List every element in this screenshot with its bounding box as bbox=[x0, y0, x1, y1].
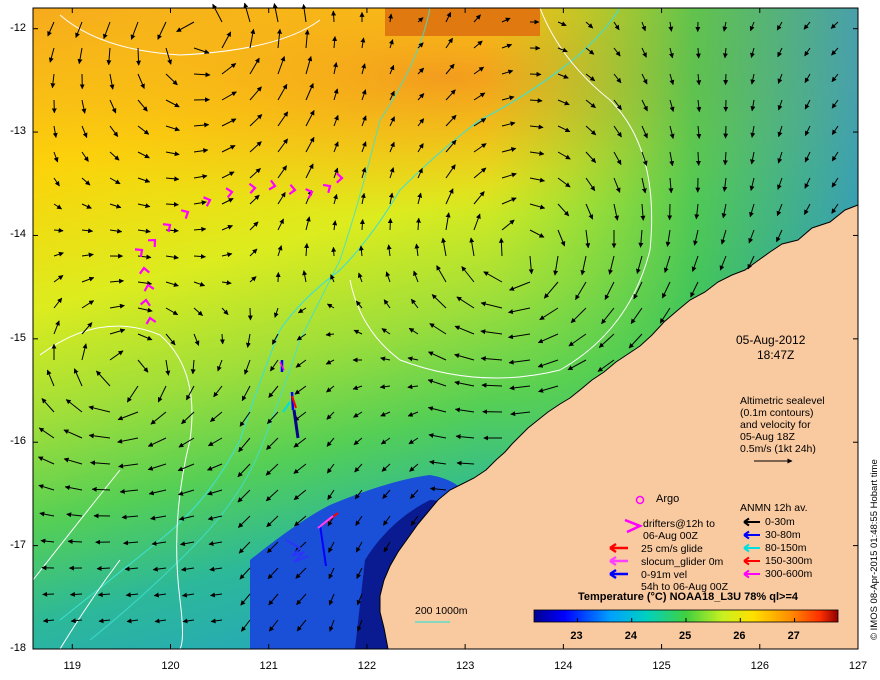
depth-contour-label: 200 1000m bbox=[415, 605, 468, 617]
altimetry-line: (0.1m contours) bbox=[740, 407, 814, 419]
colorbar-tick-label: 24 bbox=[624, 630, 637, 642]
velocity-arrow bbox=[69, 591, 83, 597]
velocity-arrow bbox=[723, 73, 729, 86]
anmn-legend-label: 80-150m bbox=[765, 542, 807, 554]
altimetry-line: Altimetric sealevel bbox=[740, 395, 825, 407]
altimetry-line: and velocity for bbox=[740, 419, 811, 431]
legend-drifters: drifters@12h to 06-Aug 00Z bbox=[643, 518, 715, 542]
lon-tick-label: 122 bbox=[357, 660, 377, 672]
lon-tick-label: 125 bbox=[652, 660, 671, 672]
velocity-arrow bbox=[695, 151, 701, 166]
time-label: 18:47Z bbox=[757, 348, 795, 362]
legend-slocum: slocum_glider 0m bbox=[641, 556, 724, 568]
legend-vel: 0-91m vel 54h to 06-Aug 00Z bbox=[641, 569, 728, 593]
altimetry-line: 05-Aug 18Z bbox=[740, 431, 795, 443]
velocity-arrow bbox=[136, 47, 142, 66]
lon-tick-label: 119 bbox=[63, 660, 82, 672]
anmn-legend-label: 0-30m bbox=[765, 516, 795, 528]
velocity-arrow bbox=[165, 201, 179, 207]
velocity-arrow bbox=[359, 219, 365, 231]
lon-tick-label: 121 bbox=[259, 660, 278, 672]
colorbar-tick-label: 26 bbox=[733, 630, 746, 642]
lat-tick-label: -17 bbox=[10, 538, 26, 551]
lat-tick-label: -16 bbox=[10, 435, 26, 448]
velocity-arrow bbox=[331, 10, 337, 23]
velocity-arrow bbox=[387, 218, 393, 231]
altimetry-line: 0.5m/s (1kt 24h) bbox=[740, 443, 816, 455]
legend-anmn-title: ANMN 12h av. bbox=[740, 502, 808, 514]
anmn-legend-label: 300-600m bbox=[765, 568, 813, 580]
velocity-arrow bbox=[695, 47, 701, 59]
lon-tick-label: 120 bbox=[161, 660, 180, 672]
legend-drifters-line: 06-Aug 00Z bbox=[643, 530, 698, 542]
credit-text: © IMOS 08-Apr-2015 01:48:55 Hobart time bbox=[869, 459, 880, 640]
velocity-arrow bbox=[96, 565, 111, 571]
velocity-arrow bbox=[42, 591, 55, 597]
velocity-arrow bbox=[723, 125, 729, 139]
lon-tick-label: 124 bbox=[554, 660, 573, 672]
velocity-arrow bbox=[67, 539, 83, 545]
sea-hot-patch bbox=[385, 8, 540, 36]
legend-drifters-line: drifters@12h to bbox=[643, 518, 715, 530]
lat-tick-label: -15 bbox=[10, 331, 26, 344]
velocity-arrow bbox=[247, 307, 253, 321]
date-label: 05-Aug-2012 bbox=[736, 333, 806, 347]
lon-tick-label: 126 bbox=[750, 660, 769, 672]
legend-glide: 25 cm/s glide bbox=[641, 543, 703, 555]
altimetry-note: Altimetric sealevel (0.1m contours) and … bbox=[740, 395, 825, 455]
velocity-arrow bbox=[331, 246, 337, 257]
lat-tick-label: -13 bbox=[10, 125, 26, 138]
lon-tick-label: 127 bbox=[848, 660, 868, 672]
anmn-legend-label: 150-300m bbox=[765, 555, 813, 567]
colorbar-tick-label: 27 bbox=[787, 630, 800, 642]
colorbar-title: Temperature (°C) NOAA18_L3U 78% ql>=4 bbox=[578, 591, 798, 603]
legend-argo: Argo bbox=[656, 493, 680, 505]
lon-tick-label: 123 bbox=[455, 660, 475, 672]
legend-vel-line: 0-91m vel bbox=[641, 569, 688, 581]
lat-tick-label: -12 bbox=[10, 21, 26, 34]
lat-tick-label: -18 bbox=[10, 642, 26, 654]
colorbar-tick-label: 25 bbox=[679, 630, 692, 642]
lat-tick-label: -14 bbox=[10, 228, 26, 241]
colorbar-tick-label: 23 bbox=[570, 630, 583, 642]
velocity-arrow bbox=[529, 71, 542, 77]
velocity-arrow bbox=[219, 333, 225, 345]
anmn-legend-label: 30-80m bbox=[765, 529, 801, 541]
